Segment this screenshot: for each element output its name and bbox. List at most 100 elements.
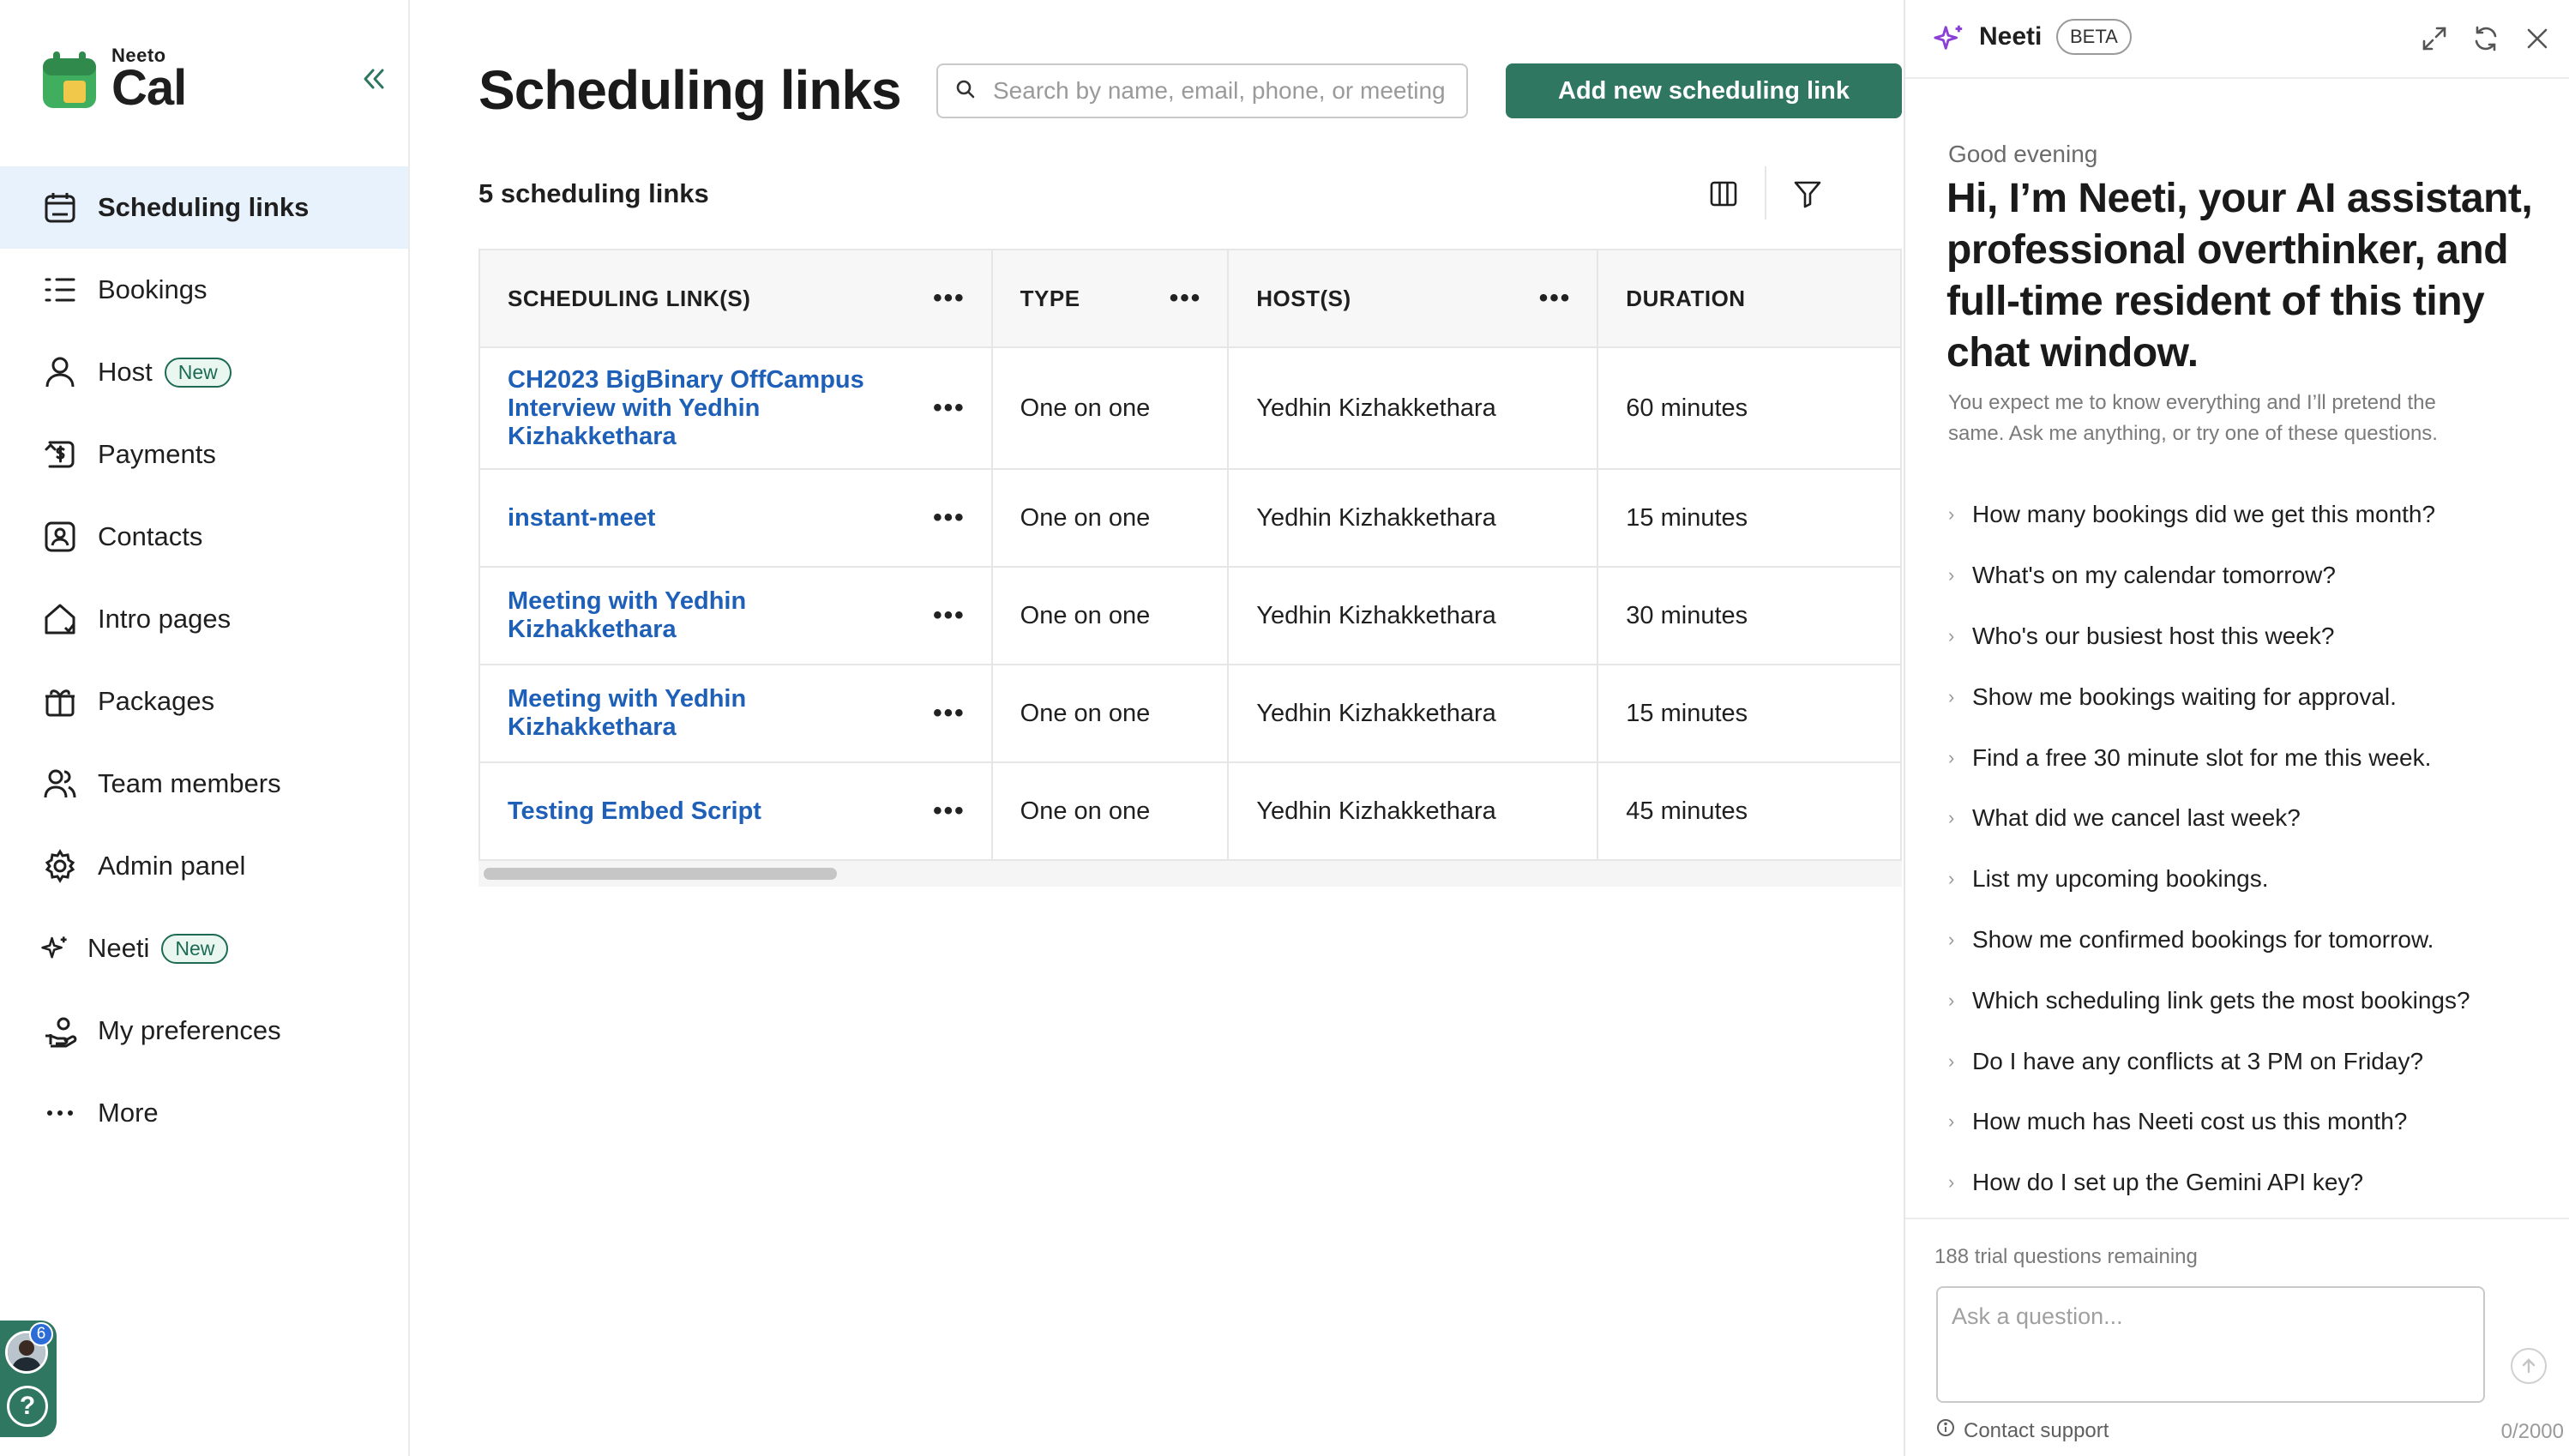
sidebar-item-team-members[interactable]: Team members bbox=[0, 743, 408, 825]
horizontal-scrollbar[interactable] bbox=[484, 868, 837, 880]
row-menu-icon[interactable]: ••• bbox=[933, 701, 966, 726]
scheduling-link-cell: Testing Embed Script ••• bbox=[478, 761, 993, 861]
search-input[interactable] bbox=[993, 77, 1456, 105]
preferences-icon bbox=[41, 1012, 79, 1050]
sidebar-item-more[interactable]: More bbox=[0, 1072, 408, 1154]
chat-footer: 188 trial questions remaining Contact su… bbox=[1905, 1218, 2569, 1456]
suggested-question[interactable]: › Find a free 30 minute slot for me this … bbox=[1948, 727, 2548, 788]
calendar-icon bbox=[41, 189, 79, 226]
send-arrow-icon[interactable] bbox=[2511, 1348, 2547, 1384]
row-menu-icon[interactable]: ••• bbox=[933, 395, 966, 421]
search-field[interactable] bbox=[936, 63, 1468, 118]
search-icon bbox=[955, 79, 976, 104]
scheduling-link-cell: CH2023 BigBinary OffCampus Interview wit… bbox=[478, 346, 993, 470]
contact-support-link[interactable]: Contact support bbox=[1936, 1418, 2109, 1443]
scheduling-link-name[interactable]: instant-meet bbox=[508, 504, 655, 532]
panel-actions bbox=[2418, 22, 2554, 55]
scheduling-link-cell: Meeting with Yedhin Kizhakkethara ••• bbox=[478, 664, 993, 763]
row-menu-icon[interactable]: ••• bbox=[933, 798, 966, 824]
character-count: 0/2000 bbox=[2500, 1420, 2564, 1443]
sidebar-item-intro-pages[interactable]: Intro pages bbox=[0, 578, 408, 660]
question-text: How many bookings did we get this month? bbox=[1972, 501, 2436, 528]
host-cell: Yedhin Kizhakkethara bbox=[1227, 761, 1599, 861]
suggested-question[interactable]: › What's on my calendar tomorrow? bbox=[1948, 545, 2548, 606]
suggested-question[interactable]: › How do I set up the Gemini API key? bbox=[1948, 1152, 2548, 1213]
suggested-question[interactable]: › Do I have any conflicts at 3 PM on Frid… bbox=[1948, 1031, 2548, 1092]
home-icon bbox=[41, 600, 79, 638]
question-text: How much has Neeti cost us this month? bbox=[1972, 1108, 2408, 1135]
column-header-duration[interactable]: DURATION bbox=[1597, 249, 1902, 348]
duration-cell: 45 minutes bbox=[1597, 761, 1902, 861]
info-icon bbox=[1936, 1418, 1955, 1443]
add-scheduling-link-button[interactable]: Add new scheduling link bbox=[1506, 63, 1902, 118]
suggested-question[interactable]: › Show me bookings waiting for approval. bbox=[1948, 666, 2548, 727]
question-text: Find a free 30 minute slot for me this w… bbox=[1972, 743, 2432, 771]
scheduling-links-table-container: SCHEDULING LINK(S) ••• TYPE ••• HOST(S) •••… bbox=[478, 249, 1902, 887]
question-text: Which scheduling link gets the most book… bbox=[1972, 986, 2470, 1014]
close-icon[interactable] bbox=[2521, 22, 2554, 55]
sparkle-icon bbox=[1933, 22, 1965, 59]
suggested-question[interactable]: › What did we cancel last week? bbox=[1948, 788, 2548, 849]
column-menu-icon[interactable]: ••• bbox=[1539, 286, 1572, 311]
table-row: CH2023 BigBinary OffCampus Interview wit… bbox=[478, 346, 1902, 470]
scheduling-link-name[interactable]: CH2023 BigBinary OffCampus Interview wit… bbox=[508, 366, 885, 451]
scheduling-link-name[interactable]: Testing Embed Script bbox=[508, 797, 761, 826]
collapse-sidebar-icon[interactable] bbox=[357, 62, 391, 96]
user-icon bbox=[41, 353, 79, 391]
sidebar-item-label: More bbox=[98, 1098, 159, 1128]
chevron-right-icon: › bbox=[1948, 928, 1955, 950]
page-title: Scheduling links bbox=[478, 59, 902, 121]
sidebar-item-scheduling-links[interactable]: Scheduling links bbox=[0, 166, 408, 249]
users-icon bbox=[41, 765, 79, 803]
question-text: Show me confirmed bookings for tomorrow. bbox=[1972, 925, 2434, 953]
suggested-questions: › How many bookings did we get this month… bbox=[1948, 484, 2548, 1213]
filter-icon[interactable] bbox=[1789, 175, 1826, 213]
table-header-row: SCHEDULING LINK(S) ••• TYPE ••• HOST(S) •••… bbox=[478, 249, 1902, 348]
type-cell: One on one bbox=[990, 468, 1230, 568]
sidebar-item-admin-panel[interactable]: Admin panel bbox=[0, 825, 408, 907]
sidebar-item-contacts[interactable]: Contacts bbox=[0, 496, 408, 578]
sidebar-item-neeti[interactable]: Neeti New bbox=[0, 907, 408, 990]
ask-question-input[interactable] bbox=[1936, 1286, 2485, 1403]
column-header-hosts[interactable]: HOST(S) ••• bbox=[1227, 249, 1599, 348]
app-logo[interactable]: Neeto Cal bbox=[43, 46, 187, 113]
notification-count-badge: 6 bbox=[29, 1322, 53, 1346]
question-text: Do I have any conflicts at 3 PM on Frida… bbox=[1972, 1047, 2424, 1074]
chevron-right-icon: › bbox=[1948, 685, 1955, 707]
suggested-question[interactable]: › How many bookings did we get this month… bbox=[1948, 484, 2548, 545]
column-header-type[interactable]: TYPE ••• bbox=[990, 249, 1230, 348]
scheduling-link-name[interactable]: Meeting with Yedhin Kizhakkethara bbox=[508, 587, 791, 644]
suggested-question[interactable]: › Who's our busiest host this week? bbox=[1948, 606, 2548, 667]
table-row: Meeting with Yedhin Kizhakkethara ••• One… bbox=[478, 664, 1902, 763]
suggested-question[interactable]: › Which scheduling link gets the most boo… bbox=[1948, 970, 2548, 1031]
gear-icon bbox=[41, 847, 79, 885]
expand-icon[interactable] bbox=[2418, 22, 2451, 55]
sidebar-item-bookings[interactable]: Bookings bbox=[0, 249, 408, 331]
trial-remaining-text: 188 trial questions remaining bbox=[1934, 1245, 2198, 1268]
column-header-scheduling-links[interactable]: SCHEDULING LINK(S) ••• bbox=[478, 249, 993, 348]
columns-icon[interactable] bbox=[1705, 175, 1742, 213]
suggested-question[interactable]: › Show me confirmed bookings for tomorrow… bbox=[1948, 910, 2548, 971]
toolbar-divider bbox=[1765, 166, 1766, 220]
question-text: List my upcoming bookings. bbox=[1972, 865, 2269, 893]
suggested-question[interactable]: › How much has Neeti cost us this month? bbox=[1948, 1092, 2548, 1152]
column-menu-icon[interactable]: ••• bbox=[1170, 286, 1202, 311]
type-cell: One on one bbox=[990, 566, 1230, 665]
refresh-icon[interactable] bbox=[2470, 22, 2502, 55]
new-badge: New bbox=[164, 357, 232, 388]
sidebar-item-my-preferences[interactable]: My preferences bbox=[0, 990, 408, 1072]
help-icon[interactable]: ? bbox=[7, 1386, 48, 1427]
sidebar-item-host[interactable]: Host New bbox=[0, 331, 408, 413]
duration-cell: 15 minutes bbox=[1597, 468, 1902, 568]
suggested-question[interactable]: › List my upcoming bookings. bbox=[1948, 849, 2548, 910]
sidebar-item-packages[interactable]: Packages bbox=[0, 660, 408, 743]
scheduling-link-name[interactable]: Meeting with Yedhin Kizhakkethara bbox=[508, 685, 791, 742]
sidebar-item-payments[interactable]: Payments bbox=[0, 413, 408, 496]
chevron-right-icon: › bbox=[1948, 989, 1955, 1011]
profile-dock: 6 ? bbox=[0, 1321, 57, 1437]
sidebar-item-label: Bookings bbox=[98, 274, 208, 304]
column-menu-icon[interactable]: ••• bbox=[933, 286, 966, 311]
row-menu-icon[interactable]: ••• bbox=[933, 603, 966, 629]
more-dots-icon bbox=[41, 1094, 79, 1132]
row-menu-icon[interactable]: ••• bbox=[933, 505, 966, 531]
